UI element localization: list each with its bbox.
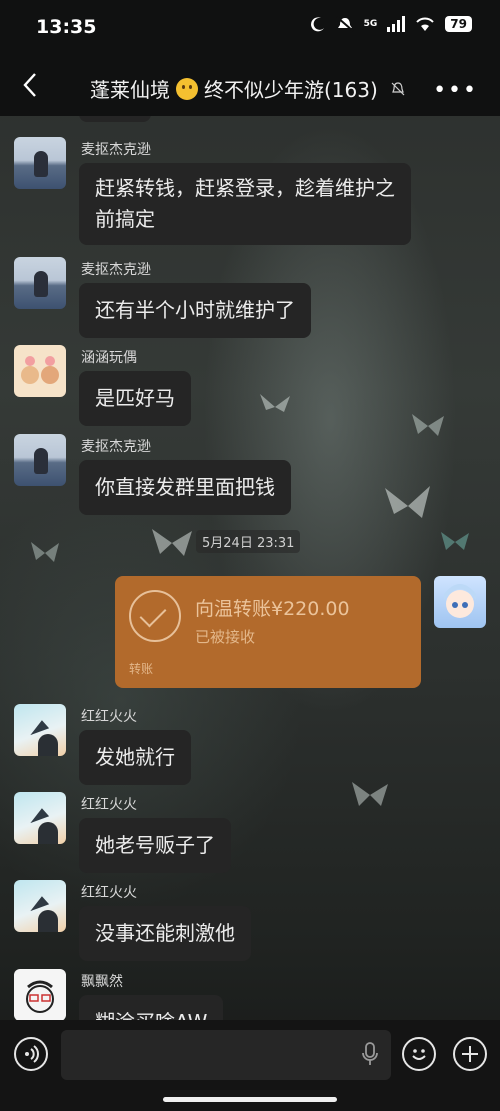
avatar[interactable] bbox=[14, 792, 66, 844]
title-suffix: 终不似少年游(163) bbox=[204, 78, 378, 102]
chat-title: 蓬莱仙境 终不似少年游(163) bbox=[90, 74, 406, 103]
message-bubble[interactable]: 赶紧转钱，赶紧登录，趁着维护之 前搞定 bbox=[79, 163, 411, 245]
status-icons: 5G 79 bbox=[310, 16, 472, 32]
bell-off-icon bbox=[335, 16, 354, 32]
message-bubble[interactable]: 发她就行 bbox=[79, 730, 191, 785]
sender-name: 飘飘然 bbox=[81, 974, 123, 990]
avatar[interactable] bbox=[14, 969, 66, 1020]
transfer-message: 向温转账¥220.00 已被接收 转账 bbox=[114, 576, 486, 688]
status-time: 13:35 bbox=[36, 16, 97, 38]
check-circle-icon bbox=[129, 590, 181, 642]
message-item: 涵涵玩偶 是匹好马 bbox=[14, 345, 434, 435]
chevron-left-icon[interactable] bbox=[18, 70, 42, 100]
sender-name: 麦抠杰克逊 bbox=[81, 439, 151, 455]
more-dots-icon[interactable]: ••• bbox=[433, 78, 478, 103]
sender-name: 红红火火 bbox=[81, 885, 137, 901]
anime-avatar-icon bbox=[444, 584, 476, 618]
smiley-icon bbox=[412, 1049, 426, 1060]
sender-name: 麦抠杰克逊 bbox=[81, 262, 151, 278]
sender-name: 涵涵玩偶 bbox=[81, 350, 137, 366]
battery-level: 79 bbox=[445, 16, 472, 32]
message-item: 红红火火 她老号贩子了 bbox=[14, 792, 434, 882]
emoji-icon[interactable] bbox=[402, 1037, 436, 1071]
home-indicator[interactable] bbox=[163, 1097, 337, 1102]
message-item: 麦抠杰克逊 还有半个小时就维护了 bbox=[14, 257, 434, 347]
transfer-amount: 向温转账¥220.00 bbox=[195, 598, 350, 620]
microphone-icon[interactable] bbox=[361, 1042, 379, 1068]
message-bubble[interactable]: 她老号贩子了 bbox=[79, 818, 231, 873]
message-list[interactable]: 麦抠杰克逊 赶紧转钱，赶紧登录，趁着维护之 前搞定 麦抠杰克逊 还有半个小时就维… bbox=[0, 116, 500, 1020]
moon-icon bbox=[310, 17, 324, 32]
plus-sign-icon bbox=[462, 1046, 478, 1062]
avatar[interactable] bbox=[14, 257, 66, 309]
wifi-icon bbox=[416, 17, 435, 31]
bell-off-icon bbox=[391, 81, 405, 95]
transfer-card[interactable]: 向温转账¥220.00 已被接收 转账 bbox=[115, 576, 421, 688]
chat-header: 蓬莱仙境 终不似少年游(163) ••• bbox=[0, 56, 500, 116]
signal-icon bbox=[387, 16, 406, 32]
sender-name: 红红火火 bbox=[81, 709, 137, 725]
timestamp: 5月24日 23:31 bbox=[196, 530, 301, 553]
avatar[interactable] bbox=[14, 880, 66, 932]
message-item: 飘飘然 糊涂买啥AW bbox=[14, 969, 434, 1020]
doodle-avatar-icon bbox=[26, 980, 54, 1013]
message-item: 红红火火 没事还能刺激他 bbox=[14, 880, 434, 970]
sender-name: 红红火火 bbox=[81, 797, 137, 813]
title-prefix: 蓬莱仙境 bbox=[90, 78, 170, 102]
voice-waves-icon bbox=[25, 1045, 39, 1063]
message-bubble[interactable]: 是匹好马 bbox=[79, 371, 191, 426]
message-item: 麦抠杰克逊 你直接发群里面把钱 bbox=[14, 434, 434, 524]
avatar[interactable] bbox=[434, 576, 486, 628]
transfer-label: 转账 bbox=[129, 662, 154, 676]
partial-message-bubble bbox=[79, 116, 151, 122]
message-bubble[interactable]: 你直接发群里面把钱 bbox=[79, 460, 291, 515]
avatar[interactable] bbox=[14, 434, 66, 486]
message-text-line: 前搞定 bbox=[95, 207, 155, 231]
message-item: 麦抠杰克逊 赶紧转钱，赶紧登录，趁着维护之 前搞定 bbox=[14, 137, 434, 267]
avatar[interactable] bbox=[14, 137, 66, 189]
message-text-line: 赶紧转钱，赶紧登录，趁着维护之 bbox=[95, 176, 395, 200]
message-bubble[interactable]: 糊涂买啥AW bbox=[79, 995, 224, 1020]
no-mouth-emoji-icon bbox=[176, 77, 198, 100]
transfer-status: 已被接收 bbox=[195, 628, 256, 646]
message-input[interactable] bbox=[61, 1030, 391, 1080]
avatar[interactable] bbox=[14, 704, 66, 756]
sender-name: 麦抠杰克逊 bbox=[81, 142, 151, 158]
avatar[interactable] bbox=[14, 345, 66, 397]
message-bubble[interactable]: 还有半个小时就维护了 bbox=[79, 283, 311, 338]
message-bubble[interactable]: 没事还能刺激他 bbox=[79, 906, 251, 961]
voice-icon[interactable] bbox=[14, 1037, 48, 1071]
plus-icon[interactable] bbox=[453, 1037, 487, 1071]
status-bar: 13:35 5G 79 bbox=[0, 0, 500, 56]
message-item: 红红火火 发她就行 bbox=[14, 704, 434, 794]
network-type: 5G bbox=[363, 19, 378, 29]
cartoon-avatar-icon bbox=[21, 356, 59, 384]
